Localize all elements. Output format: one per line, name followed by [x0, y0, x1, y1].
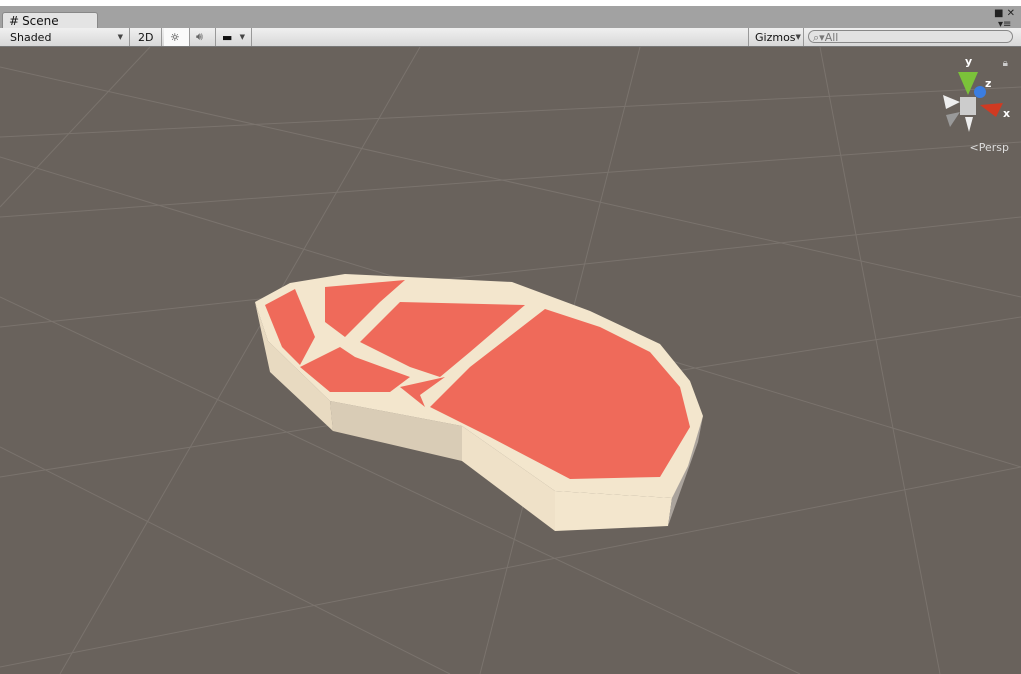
scene-toolbar: Shaded ▼ 2D ☼ 🔊︎ ▬ ▼ Gizmos ▼ ⌕▾All: [0, 28, 1021, 47]
tab-bar: # Scene ■ ✕ ▾≡: [0, 6, 1021, 30]
lighting-toggle[interactable]: ☼: [164, 28, 190, 46]
orientation-gizmo[interactable]: y z x: [943, 55, 1010, 132]
search-icon: ⌕▾: [813, 31, 825, 44]
axis-x-label: x: [1003, 107, 1010, 120]
projection-toggle[interactable]: <Persp: [970, 141, 1009, 154]
2d-toggle[interactable]: 2D: [132, 28, 162, 46]
lock-icon[interactable]: 🔒︎: [1003, 58, 1008, 69]
2d-label: 2D: [138, 30, 154, 44]
tab-label: Scene: [22, 14, 59, 28]
shading-dropdown[interactable]: Shaded ▼: [4, 28, 130, 46]
window-controls: ■ ✕ ▾≡: [994, 8, 1015, 30]
close-icon[interactable]: ✕: [1007, 8, 1015, 19]
shading-label: Shaded: [10, 30, 52, 44]
axis-z-label: z: [985, 77, 991, 90]
game-object[interactable]: [255, 274, 703, 531]
scene-render: y z x: [0, 47, 1021, 674]
maximize-icon[interactable]: ■: [994, 8, 1003, 19]
gizmos-dropdown[interactable]: Gizmos ▼: [748, 28, 804, 46]
tab-scene[interactable]: # Scene: [2, 12, 98, 29]
search-input[interactable]: ⌕▾All: [808, 30, 1013, 44]
audio-toggle[interactable]: 🔊︎: [190, 28, 216, 46]
scene-window: # Scene ■ ✕ ▾≡ Shaded ▼ 2D ☼ 🔊︎ ▬ ▼ Gizmos ▼ …: [0, 6, 1021, 674]
projection-label: Persp: [978, 141, 1009, 154]
sun-icon: ☼: [170, 30, 180, 44]
search-placeholder: All: [824, 31, 839, 44]
scene-viewport[interactable]: y z x 🔒︎ <Persp: [0, 47, 1021, 674]
speaker-icon: 🔊︎: [196, 30, 203, 43]
effects-dropdown[interactable]: ▬ ▼: [216, 28, 252, 46]
gizmos-label: Gizmos: [755, 30, 796, 44]
grid-icon: #: [9, 14, 20, 28]
image-icon: ▬: [222, 30, 233, 44]
axis-y-label: y: [965, 55, 972, 68]
chevron-left-icon: <: [969, 141, 979, 154]
